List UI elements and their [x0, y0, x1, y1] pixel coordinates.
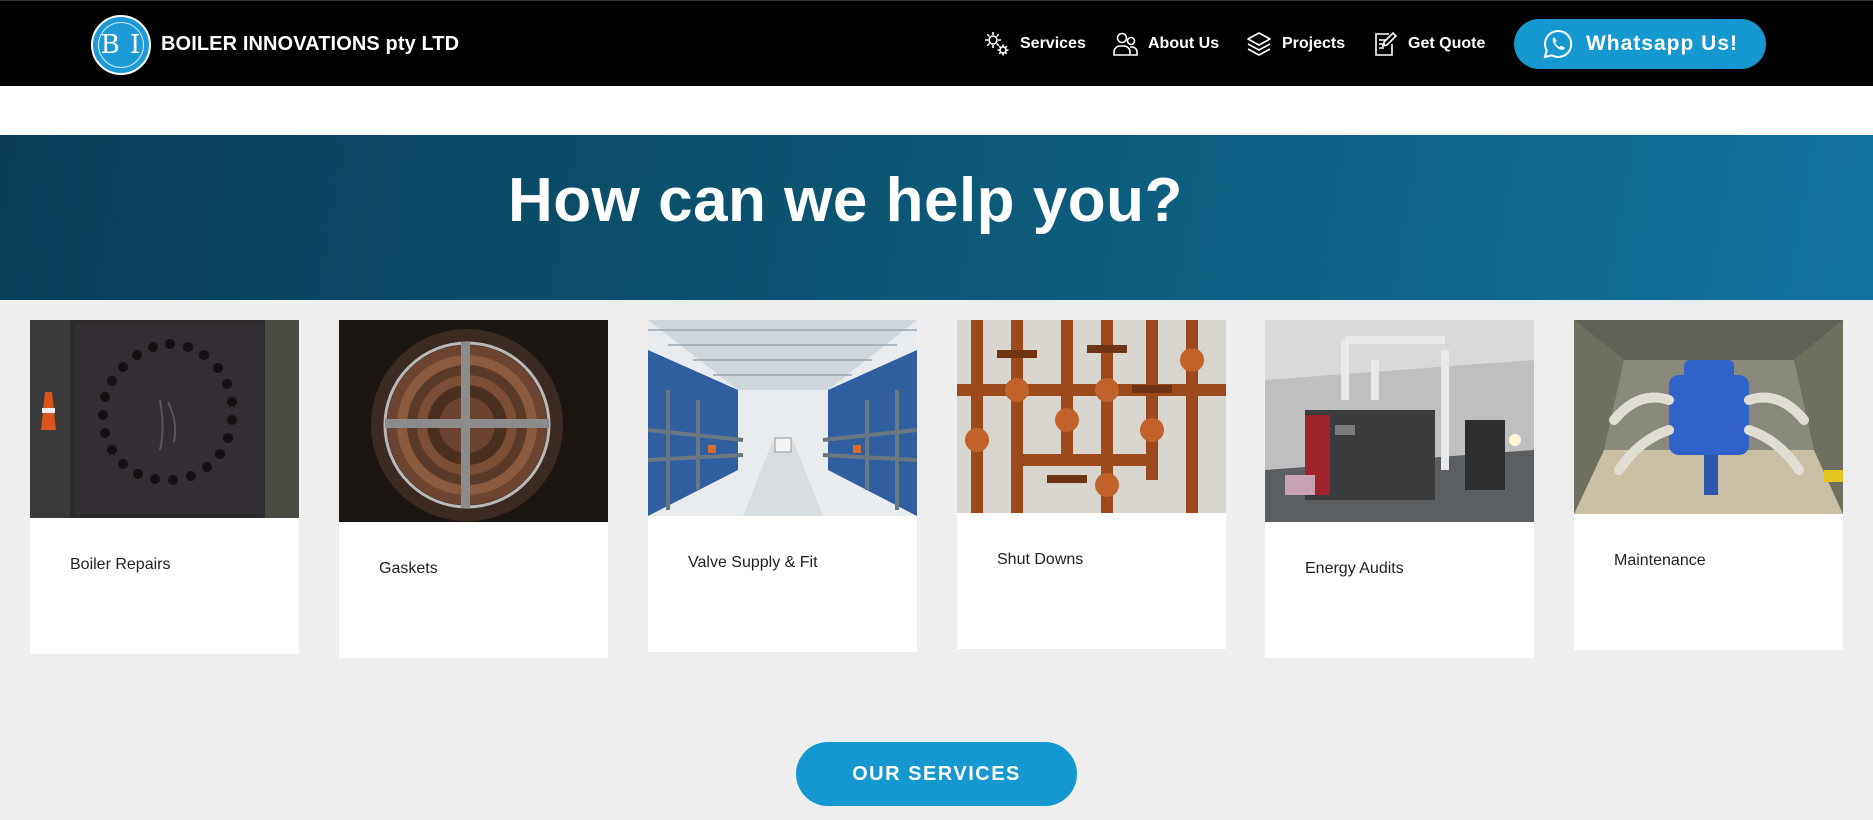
- service-title: Valve Supply & Fit: [688, 554, 818, 571]
- pipe-hall-image: [648, 320, 917, 516]
- service-card-gaskets[interactable]: Gaskets: [339, 320, 608, 658]
- top-navigation-bar: B I BOILER INNOVATIONS pty LTD Services …: [0, 0, 1873, 86]
- whatsapp-icon: [1543, 29, 1573, 59]
- users-icon: [1113, 32, 1138, 56]
- nav-label: Projects: [1282, 35, 1346, 52]
- nav-label: About Us: [1148, 35, 1220, 52]
- nav-item-projects[interactable]: Projects: [1245, 1, 1345, 87]
- service-card-boiler-repairs[interactable]: Boiler Repairs: [30, 320, 299, 654]
- our-services-button[interactable]: OUR SERVICES: [796, 742, 1077, 806]
- brand-name[interactable]: BOILER INNOVATIONS pty LTD: [161, 33, 459, 56]
- service-card-valve-supply-fit[interactable]: Valve Supply & Fit: [648, 320, 917, 652]
- nav-label: Services: [1020, 35, 1086, 52]
- service-title: Maintenance: [1614, 552, 1706, 569]
- turbine-hall-image: [1574, 320, 1843, 514]
- whatsapp-label: Whatsapp Us!: [1585, 32, 1738, 55]
- boiler-flange-image: [30, 320, 299, 518]
- logo-ring: [98, 22, 144, 68]
- whatsapp-button[interactable]: Whatsapp Us!: [1514, 19, 1766, 69]
- service-title: Energy Audits: [1305, 560, 1404, 577]
- gears-icon: [985, 32, 1009, 56]
- service-card-shut-downs[interactable]: Shut Downs: [957, 320, 1226, 649]
- nav-item-about-us[interactable]: About Us: [1111, 1, 1219, 87]
- service-card-energy-audits[interactable]: Energy Audits: [1265, 320, 1534, 658]
- spacer-strip: [0, 86, 1873, 135]
- service-title: Gaskets: [379, 560, 438, 577]
- page-title: How can we help you?: [508, 166, 1183, 235]
- edit-document-icon: [1375, 31, 1398, 56]
- service-card-maintenance[interactable]: Maintenance: [1574, 320, 1843, 650]
- rusty-valves-image: [957, 320, 1226, 513]
- nav-item-services[interactable]: Services: [983, 1, 1086, 87]
- service-title: Boiler Repairs: [70, 556, 171, 573]
- hero-banner: How can we help you?: [0, 135, 1873, 300]
- nav-label: Get Quote: [1408, 35, 1486, 52]
- gasket-pipe-image: [339, 320, 608, 522]
- boiler-room-image: [1265, 320, 1534, 522]
- service-title: Shut Downs: [997, 551, 1084, 568]
- layers-icon: [1247, 32, 1271, 56]
- nav-item-get-quote[interactable]: Get Quote: [1371, 1, 1485, 87]
- logo[interactable]: B I: [91, 15, 151, 75]
